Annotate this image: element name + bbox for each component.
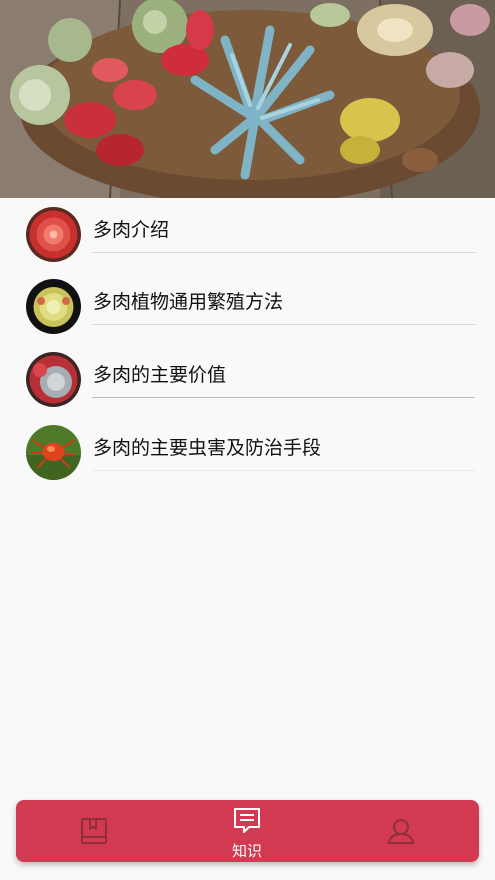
divider xyxy=(92,324,475,325)
red-grey-succulent-thumbnail xyxy=(26,352,81,407)
list-item[interactable]: 多肉介绍 xyxy=(0,198,495,270)
tab-book[interactable] xyxy=(34,800,154,862)
tab-label-knowledge: 知识 xyxy=(231,842,262,860)
divider xyxy=(92,252,475,253)
divider xyxy=(92,470,475,471)
bottom-tab-bar: 知识 xyxy=(16,800,479,862)
red-succulent-thumbnail xyxy=(26,207,81,262)
tab-profile[interactable] xyxy=(341,800,461,862)
person-icon xyxy=(387,817,415,849)
yellow-succulent-thumbnail xyxy=(26,279,81,334)
hero-banner-image xyxy=(0,0,495,198)
tab-knowledge[interactable]: 知识 xyxy=(187,800,307,862)
message-icon xyxy=(233,807,261,839)
succulent-arrangement-photo xyxy=(0,0,495,198)
book-icon xyxy=(80,817,108,849)
divider xyxy=(92,397,475,398)
list-item[interactable]: 多肉的主要价值 xyxy=(0,343,495,415)
list-item[interactable]: 多肉植物通用繁殖方法 xyxy=(0,270,495,342)
list-item[interactable]: 多肉的主要虫害及防治手段 xyxy=(0,416,495,488)
red-spider-mite-thumbnail xyxy=(26,425,81,480)
